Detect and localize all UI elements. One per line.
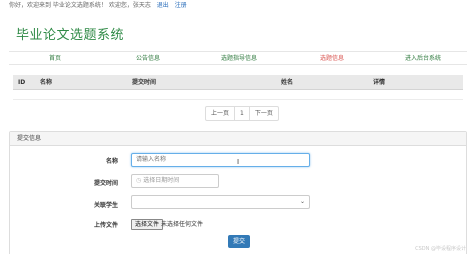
submit-time-label: 提交时间 [93,180,118,187]
nav-item-home[interactable]: 首页 [49,52,61,65]
upload-file-label: 上传文件 [93,222,118,229]
column-header-submit-time: 提交时间 [132,79,157,86]
table-header: ID 名称 提交时间 姓名 详情 [13,75,463,90]
panel-title: 提交信息 [10,132,466,146]
chevron-down-icon: ⌄ [299,198,305,205]
site-title: 毕业论文选题系统 [16,28,125,43]
nav-item-announcements[interactable]: 公告信息 [136,52,160,65]
next-page-button[interactable]: 下一页 [250,107,278,120]
main-nav: 首页 公告信息 选题指导信息 选题信息 进入后台系统 [9,51,467,65]
nav-item-topic-guidance[interactable]: 选题指导信息 [221,52,257,65]
column-header-name: 名称 [40,79,53,86]
name-label: 名称 [105,158,118,165]
watermark-text: CSDN @毕设程序设计 [415,246,466,252]
nav-item-admin[interactable]: 进入后台系统 [405,52,441,65]
name-input[interactable] [131,153,310,167]
table-body [13,90,463,100]
top-bar: 你好，欢迎来到 毕业论文选题系统！ 欢迎您，张天志 退出 注册 [0,0,474,11]
submit-time-placeholder: 选择日期时间 [143,177,180,184]
clock-icon: ◷ [136,177,142,184]
student-select[interactable]: ⌄ [131,195,310,209]
prev-page-button[interactable]: 上一页 [206,107,236,120]
welcome-text: 你好，欢迎来到 毕业论文选题系统！ 欢迎您，张天志 [9,2,151,9]
student-label: 关联学生 [93,202,118,209]
nav-item-topics[interactable]: 选题信息 [320,52,344,65]
submit-time-picker[interactable]: ◷ 选择日期时间 [131,174,219,188]
submit-button[interactable]: 提交 [228,235,250,248]
register-link[interactable]: 注册 [175,2,187,9]
page-number-button[interactable]: 1 [235,107,250,120]
logout-link[interactable]: 退出 [157,2,169,9]
file-status-text: 未选择任何文件 [161,221,204,228]
column-header-student-name: 姓名 [281,79,294,86]
text-cursor-icon: I [237,158,240,166]
choose-file-button[interactable]: 选择文件 [131,219,164,230]
column-header-id: ID [18,79,26,86]
column-header-details: 详情 [373,79,386,86]
pagination: 上一页 1 下一页 [205,106,279,121]
